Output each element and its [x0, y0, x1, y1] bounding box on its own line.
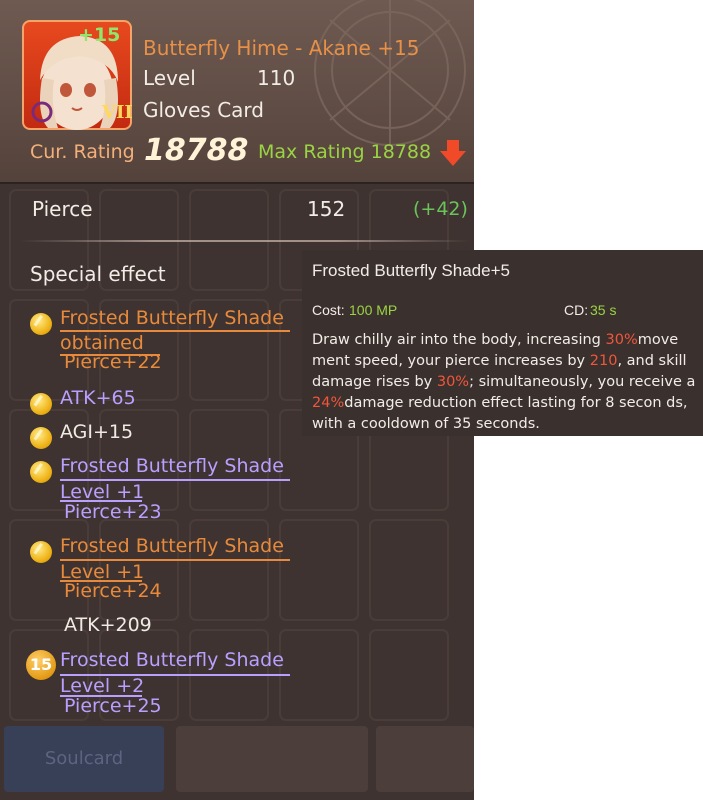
tooltip-title: Frosted Butterfly Shade+5	[312, 261, 510, 280]
portrait-plus-label: +15	[78, 24, 121, 46]
card-portrait[interactable]: +15 VII	[22, 20, 133, 130]
effect-detail: Pierce+24	[64, 580, 162, 602]
rank-15-badge-icon: 15	[26, 650, 56, 680]
gold-coin-icon	[30, 313, 52, 335]
effect-detail: Pierce+22	[64, 351, 162, 373]
cost-value: 100 MP	[349, 302, 398, 318]
cd-label: CD:	[564, 302, 589, 318]
right-action-button[interactable]	[376, 726, 474, 792]
effect-detail: Pierce+25	[64, 695, 162, 717]
cur-rating-label: Cur. Rating	[30, 141, 135, 163]
cost-label: Cost:	[312, 302, 345, 318]
desc-highlight: 30%	[605, 332, 638, 348]
card-type: Gloves Card	[143, 98, 264, 122]
desc-text: Draw chilly air into the body, increasin…	[312, 332, 606, 348]
desc-text: damage reduction effect lasting for 8 se…	[312, 395, 688, 432]
level-label: Level	[143, 66, 196, 90]
cur-rating-value: 18788	[144, 133, 249, 168]
stat-name: Pierce	[32, 197, 93, 221]
gold-coin-icon	[30, 427, 52, 449]
portrait-rank-label: VII	[102, 102, 133, 123]
effect-title: AGI+15	[60, 421, 134, 443]
soulcard-button[interactable]: Soulcard	[4, 726, 164, 792]
effect-title: ATK+65	[60, 387, 136, 409]
skill-tooltip: Frosted Butterfly Shade+5 Cost: 100 MP C…	[302, 250, 703, 436]
gold-coin-icon	[30, 461, 52, 483]
header-separator	[0, 182, 474, 184]
desc-text: ; simultaneously, you receive a	[469, 374, 696, 390]
tooltip-description: Draw chilly air into the body, increasin…	[312, 330, 697, 435]
middle-action-button[interactable]	[176, 726, 368, 792]
desc-highlight: 30%	[436, 374, 470, 390]
gold-coin-icon	[30, 541, 52, 563]
gold-coin-icon	[30, 393, 52, 415]
card-name: Butterfly Hime - Akane +15	[143, 36, 420, 60]
stat-value: 152	[307, 197, 346, 221]
effect-sub: Level +2	[60, 675, 145, 697]
stat-divider	[20, 240, 470, 242]
effect-detail: Pierce+23	[64, 501, 162, 523]
effect-title: Frosted Butterfly Shade	[60, 649, 284, 671]
cd-value: 35 s	[590, 302, 617, 318]
effect-title: Frosted Butterfly Shade	[60, 535, 284, 557]
red-down-arrow-icon	[440, 140, 466, 166]
desc-highlight: 210	[589, 353, 618, 369]
stat-bonus: (+42)	[413, 198, 468, 220]
max-rating-label: Max Rating 18788	[258, 141, 432, 163]
special-effect-title: Special effect	[30, 262, 166, 286]
effect-title: ATK+209	[64, 614, 152, 636]
level-value: 110	[257, 66, 296, 90]
desc-highlight: 24%	[312, 395, 345, 411]
effect-title: Frosted Butterfly Shade	[60, 455, 284, 477]
effect-title: Frosted Butterfly Shade	[60, 307, 284, 329]
